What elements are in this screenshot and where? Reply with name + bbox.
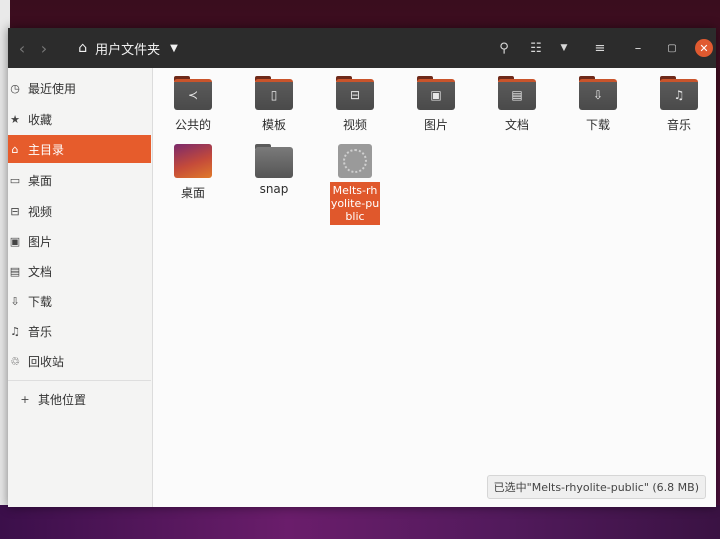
sidebar-item-label: 音乐 [28, 324, 53, 339]
sidebar-item-documents[interactable]: ▤ 文档 [8, 257, 151, 285]
sidebar-item-label: 最近使用 [28, 81, 77, 96]
sidebar-item-downloads[interactable]: ⇩ 下载 [8, 287, 151, 315]
sidebar-item-starred[interactable]: ★ 收藏 [8, 105, 151, 133]
music-icon: ♫ [673, 88, 685, 102]
path-label: 用户文件夹 [95, 42, 161, 58]
sidebar: ◷ 最近使用 ★ 收藏 ⌂ 主目录 ▭ 桌面 ⊟ 视频 ▣ 图片 ▤ 文档 ⇩ [8, 68, 153, 507]
folder-icon: ⇩ [579, 76, 617, 110]
picture-icon: ▣ [430, 88, 442, 102]
sidebar-item-label: 文档 [28, 264, 53, 279]
chevron-right-icon[interactable]: › [34, 28, 54, 68]
download-icon: ⇩ [10, 294, 20, 308]
close-icon: ✕ [695, 39, 713, 57]
file-label: 文档 [504, 118, 529, 132]
path-bar-button[interactable]: ⌂ 用户文件夹 ▼ [64, 28, 192, 68]
sidebar-divider [8, 380, 151, 381]
list-view-icon[interactable]: ☷ [524, 28, 548, 68]
status-bar: 已选中"Melts-rhyolite-public" (6.8 MB) [486, 475, 706, 499]
plus-icon: + [20, 392, 30, 406]
document-icon: ▤ [511, 88, 523, 102]
video-icon: ⊟ [10, 204, 20, 218]
sidebar-item-other-locations[interactable]: + 其他位置 [8, 385, 151, 413]
desktop-folder-icon [174, 144, 212, 178]
chevron-down-icon[interactable]: ▼ [552, 28, 576, 68]
sidebar-item-recent[interactable]: ◷ 最近使用 [8, 74, 151, 102]
file-label: snap [259, 182, 289, 196]
file-item-melts-rhyolite-public[interactable]: Melts-rhyolite-public [320, 144, 390, 225]
search-icon[interactable]: ⚲ [492, 28, 516, 68]
file-label-selected: Melts-rhyolite-public [330, 182, 380, 225]
file-item-snap[interactable]: snap [239, 144, 309, 196]
file-item-desktop[interactable]: 桌面 [158, 144, 228, 200]
picture-icon: ▣ [9, 234, 21, 248]
file-item-documents[interactable]: ▤ 文档 [482, 76, 552, 132]
star-icon: ★ [10, 112, 20, 126]
file-label: 音乐 [666, 118, 691, 132]
sidebar-item-pictures[interactable]: ▣ 图片 [8, 227, 151, 255]
file-label: 图片 [423, 118, 448, 132]
file-label: 视频 [342, 118, 367, 132]
folder-icon: ⊟ [336, 76, 374, 110]
sidebar-item-label: 主目录 [28, 142, 65, 157]
sidebar-item-label: 回收站 [28, 354, 65, 369]
generic-file-icon [338, 144, 372, 178]
home-icon: ⌂ [11, 142, 19, 156]
file-label: 公共的 [174, 118, 211, 132]
sidebar-item-label: 其他位置 [38, 392, 87, 407]
folder-icon: ♫ [660, 76, 698, 110]
video-icon: ⊟ [349, 88, 361, 102]
file-label: 模板 [261, 118, 286, 132]
trash-icon: ♲ [10, 354, 20, 368]
sidebar-item-videos[interactable]: ⊟ 视频 [8, 197, 151, 225]
file-item-public[interactable]: ≺ 公共的 [158, 76, 228, 132]
sidebar-item-label: 图片 [28, 234, 53, 249]
sidebar-item-home[interactable]: ⌂ 主目录 [8, 135, 151, 163]
sidebar-item-label: 下载 [28, 294, 53, 309]
close-button[interactable]: ✕ [694, 28, 714, 68]
file-manager-window: ‹ › ⌂ 用户文件夹 ▼ ⚲ ☷ ▼ ≡ – ▢ ✕ ◷ 最近使用 ★ 收藏 … [8, 28, 716, 507]
desktop-icon: ▭ [9, 173, 21, 187]
folder-icon: ≺ [174, 76, 212, 110]
file-label: 桌面 [180, 186, 205, 200]
file-item-videos[interactable]: ⊟ 视频 [320, 76, 390, 132]
sidebar-item-trash[interactable]: ♲ 回收站 [8, 347, 151, 375]
hamburger-menu-icon[interactable]: ≡ [588, 28, 612, 68]
sidebar-item-desktop[interactable]: ▭ 桌面 [8, 166, 151, 194]
template-icon: ▯ [270, 88, 278, 102]
folder-icon [255, 144, 293, 178]
chevron-left-icon[interactable]: ‹ [12, 28, 32, 68]
sidebar-item-music[interactable]: ♫ 音乐 [8, 317, 151, 345]
document-icon: ▤ [9, 264, 21, 278]
clock-icon: ◷ [10, 81, 20, 95]
minimize-icon[interactable]: – [626, 28, 650, 68]
file-label: 下载 [585, 118, 610, 132]
file-item-templates[interactable]: ▯ 模板 [239, 76, 309, 132]
folder-icon: ▤ [498, 76, 536, 110]
header-bar: ‹ › ⌂ 用户文件夹 ▼ ⚲ ☷ ▼ ≡ – ▢ ✕ [8, 28, 716, 68]
sidebar-item-label: 桌面 [28, 173, 53, 188]
home-icon: ⌂ [78, 40, 88, 56]
download-icon: ⇩ [592, 88, 604, 102]
music-icon: ♫ [10, 324, 20, 338]
folder-icon: ▯ [255, 76, 293, 110]
sidebar-item-label: 收藏 [28, 112, 53, 127]
share-icon: ≺ [187, 88, 199, 102]
chevron-down-icon: ▼ [170, 42, 178, 54]
sidebar-item-label: 视频 [28, 204, 53, 219]
file-grid: ≺ 公共的 ▯ 模板 ⊟ 视频 ▣ 图片 ▤ 文档 ⇩ 下载 ♫ 音乐 桌面 s… [153, 68, 716, 507]
file-item-downloads[interactable]: ⇩ 下载 [563, 76, 633, 132]
maximize-icon[interactable]: ▢ [660, 28, 684, 68]
file-item-pictures[interactable]: ▣ 图片 [401, 76, 471, 132]
desktop-wallpaper [0, 505, 720, 539]
file-item-music[interactable]: ♫ 音乐 [644, 76, 714, 132]
folder-icon: ▣ [417, 76, 455, 110]
